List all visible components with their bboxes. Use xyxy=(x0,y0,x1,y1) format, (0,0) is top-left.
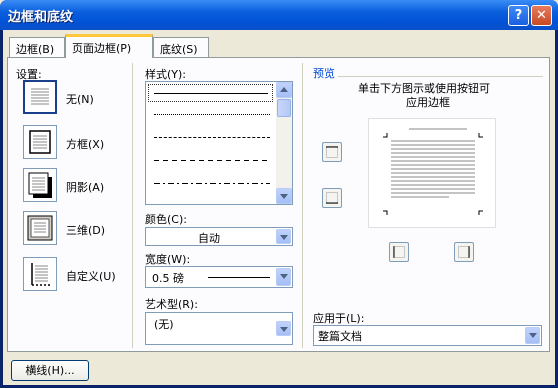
border-bottom-icon xyxy=(326,192,338,204)
setting-custom-button[interactable] xyxy=(23,257,57,291)
apply-to-label: 应用于(L): xyxy=(313,312,365,325)
tab-page-border[interactable]: 页面边框(P) xyxy=(65,34,153,58)
scroll-thumb[interactable] xyxy=(277,99,291,117)
style-line-solid xyxy=(154,93,268,94)
window-title: 边框和底纹 xyxy=(8,10,74,25)
style-line-dotted[interactable] xyxy=(154,114,270,115)
width-value: 0.5 磅 xyxy=(152,272,184,285)
setting-box-icon xyxy=(29,130,51,154)
preview-page[interactable] xyxy=(368,118,496,228)
setting-shadow-button[interactable] xyxy=(23,168,57,202)
width-dropdown[interactable]: 0.5 磅 xyxy=(145,266,293,288)
chevron-down-icon[interactable] xyxy=(525,327,540,344)
setting-shadow-icon xyxy=(28,172,52,198)
help-button[interactable]: ? xyxy=(508,5,529,26)
style-selected-item[interactable] xyxy=(148,84,273,102)
divider-left xyxy=(132,63,133,348)
border-top-button[interactable] xyxy=(322,142,342,162)
preview-heading-rule xyxy=(338,76,543,77)
setting-none-label: 无(N) xyxy=(66,93,94,106)
dialog-window: 边框和底纹 ? ✕ 边框(B) 页面边框(P) 底纹(S) 设置: 无(N) 方… xyxy=(0,0,558,388)
close-button[interactable]: ✕ xyxy=(531,5,552,26)
setting-custom-label: 自定义(U) xyxy=(66,270,116,283)
setting-custom-icon xyxy=(31,263,50,286)
scroll-up-button[interactable] xyxy=(276,82,292,98)
horizontal-line-button[interactable]: 横线(H)... xyxy=(11,360,89,381)
dialog-body: 边框(B) 页面边框(P) 底纹(S) 设置: 无(N) 方框(X) 阴影(A)… xyxy=(3,30,555,385)
border-right-icon xyxy=(458,246,470,258)
apply-to-value: 整篇文档 xyxy=(318,330,362,343)
chevron-down-icon[interactable] xyxy=(276,268,291,286)
border-bottom-button[interactable] xyxy=(322,188,342,208)
style-list[interactable] xyxy=(145,81,293,205)
preview-heading: 预览 xyxy=(313,67,335,80)
setting-3d-icon xyxy=(27,215,53,241)
setting-3d-button[interactable] xyxy=(23,211,57,245)
scroll-up-icon xyxy=(280,87,288,92)
setting-box-label: 方框(X) xyxy=(66,138,105,151)
preview-page-drawing xyxy=(383,128,483,215)
setting-none-icon xyxy=(31,88,49,105)
color-label: 颜色(C): xyxy=(145,213,187,226)
art-label: 艺术型(R): xyxy=(145,298,198,311)
tab-panel: 设置: 无(N) 方框(X) 阴影(A) 三维(D) 自定义(U) 样式(Y):… xyxy=(7,57,550,352)
setting-box-button[interactable] xyxy=(23,125,57,159)
setting-shadow-label: 阴影(A) xyxy=(66,181,105,194)
scroll-down-icon xyxy=(280,194,288,199)
setting-none-button[interactable] xyxy=(23,80,57,114)
width-line-sample xyxy=(208,277,270,278)
style-scrollbar[interactable] xyxy=(276,82,292,204)
border-top-icon xyxy=(326,146,338,158)
scroll-down-button[interactable] xyxy=(276,188,292,204)
border-left-button[interactable] xyxy=(389,242,409,262)
style-line-longdash[interactable] xyxy=(154,160,270,161)
border-right-button[interactable] xyxy=(454,242,474,262)
tab-borders[interactable]: 边框(B) xyxy=(9,37,65,57)
width-label: 宽度(W): xyxy=(145,253,191,266)
setting-3d-label: 三维(D) xyxy=(66,224,106,237)
style-label: 样式(Y): xyxy=(145,68,187,81)
apply-to-dropdown[interactable]: 整篇文档 xyxy=(313,325,542,346)
color-dropdown[interactable]: 自动 xyxy=(145,227,293,246)
color-value: 自动 xyxy=(198,232,220,245)
art-value: (无) xyxy=(154,318,174,331)
tab-shading[interactable]: 底纹(S) xyxy=(153,37,209,57)
art-dropdown[interactable]: (无) xyxy=(145,312,293,345)
border-left-icon xyxy=(393,246,405,258)
style-line-dashed[interactable] xyxy=(154,137,270,138)
style-line-dashdot[interactable] xyxy=(154,183,270,184)
chevron-down-icon[interactable] xyxy=(276,229,291,244)
title-bar[interactable]: 边框和底纹 ? ✕ xyxy=(0,0,558,30)
divider-right xyxy=(302,63,303,348)
chevron-down-icon[interactable] xyxy=(276,321,291,336)
preview-instruction-2: 应用边框 xyxy=(406,96,450,109)
